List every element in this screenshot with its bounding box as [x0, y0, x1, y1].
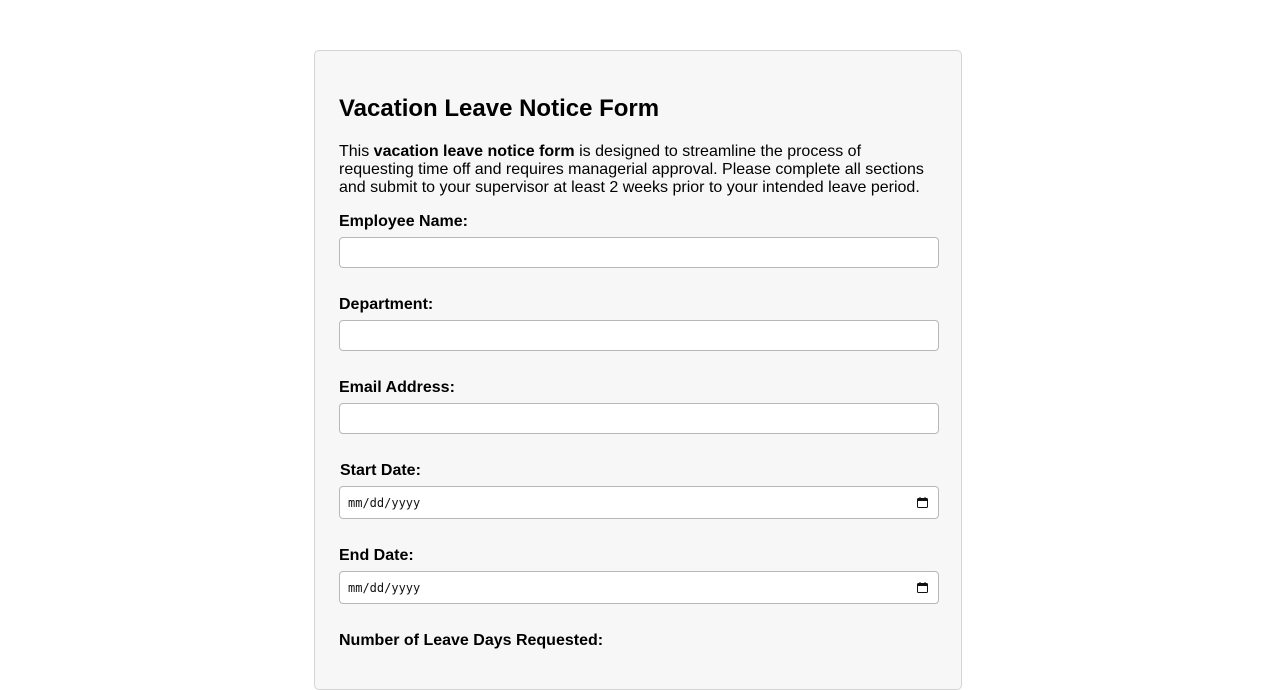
leave-form-card: Vacation Leave Notice Form This vacation…	[314, 50, 962, 690]
employee-name-input[interactable]	[339, 237, 939, 268]
department-label: Department:	[339, 296, 434, 313]
department-input[interactable]	[339, 320, 939, 351]
start-date-label: Start Date:	[340, 462, 421, 479]
calendar-icon[interactable]	[917, 582, 928, 593]
end-date-label: End Date:	[339, 547, 414, 564]
email-input[interactable]	[339, 403, 939, 434]
intro-bold: vacation leave notice form	[373, 143, 575, 160]
calendar-icon[interactable]	[917, 497, 928, 508]
employee-name-label: Employee Name:	[339, 213, 468, 230]
start-date-placeholder: mm/dd/yyyy	[348, 496, 421, 510]
end-date-input[interactable]: mm/dd/yyyy	[339, 571, 939, 604]
intro-prefix: This	[339, 143, 374, 160]
leave-days-label: Number of Leave Days Requested:	[339, 632, 604, 649]
form-intro: This vacation leave notice form is desig…	[339, 143, 939, 197]
end-date-placeholder: mm/dd/yyyy	[348, 581, 421, 595]
form-title: Vacation Leave Notice Form	[339, 95, 660, 122]
email-label: Email Address:	[339, 379, 455, 396]
start-date-input[interactable]: mm/dd/yyyy	[339, 486, 939, 519]
